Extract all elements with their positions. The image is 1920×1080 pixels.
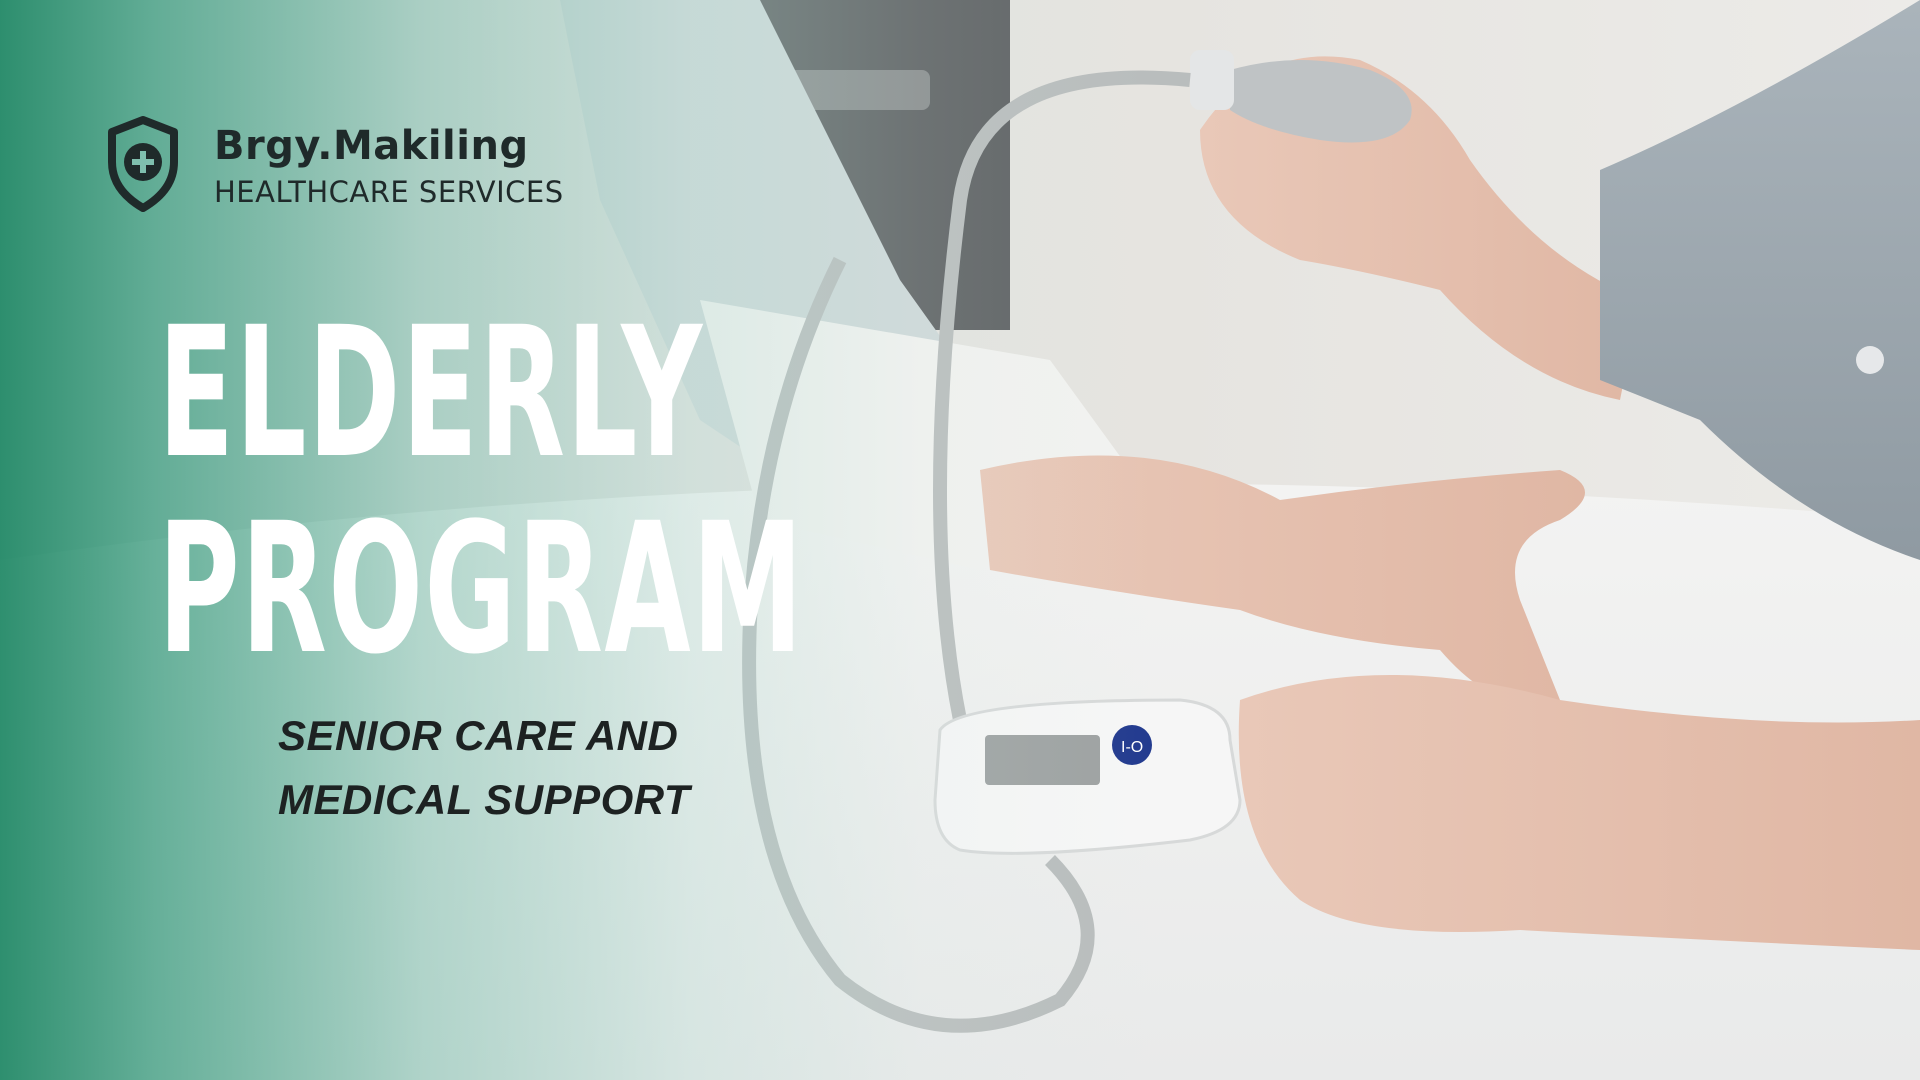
headline-line-2: PROGRAM [158, 485, 805, 694]
subtitle: SENIOR CARE AND MEDICAL SUPPORT [278, 704, 690, 832]
slide: I-O Brgy.Makiling HEALTHCARE SERVICES EL… [0, 0, 1920, 1080]
shield-medical-icon [108, 116, 178, 212]
brand-logo: Brgy.Makiling HEALTHCARE SERVICES [106, 116, 564, 212]
subtitle-line-2: MEDICAL SUPPORT [278, 776, 690, 823]
brand-name: Brgy.Makiling [214, 123, 529, 169]
headline: ELDERLY PROGRAM [158, 296, 804, 688]
brand-tagline: HEALTHCARE SERVICES [214, 175, 564, 209]
headline-line-1: ELDERLY [158, 289, 704, 498]
brand-text: Brgy.Makiling HEALTHCARE SERVICES [214, 116, 564, 212]
subtitle-line-1: SENIOR CARE AND [278, 712, 679, 759]
